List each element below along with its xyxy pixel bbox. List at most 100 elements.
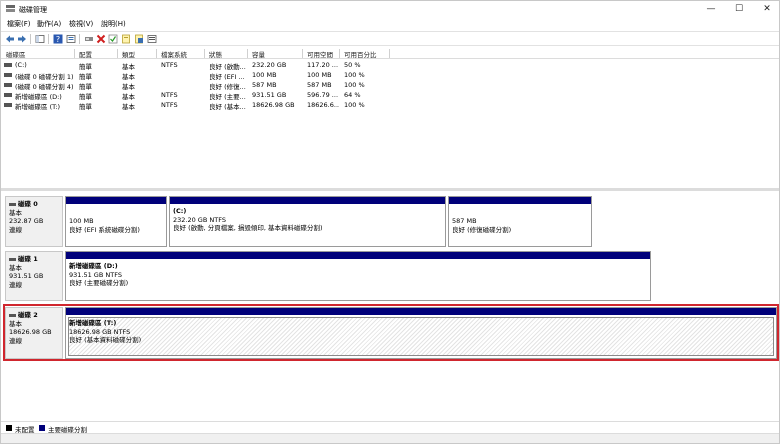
window-title: 磁碟管理 xyxy=(19,6,47,14)
forward-arrow-icon[interactable] xyxy=(17,34,27,44)
volume-file-system: NTFS xyxy=(161,91,178,99)
minimize-button[interactable]: — xyxy=(697,1,725,18)
partition-d[interactable]: 新增磁碟區 (D:) 931.51 GB NTFS 良好 (主要磁碟分割) xyxy=(65,251,651,301)
partition-status: 良好 (修復磁碟分割) xyxy=(452,225,512,234)
disk-icon xyxy=(9,202,16,206)
volume-file-system: NTFS xyxy=(161,61,178,69)
volume-layout: 簡單 xyxy=(79,103,92,111)
volume-free-space: 587 MB xyxy=(307,81,332,89)
partition-c[interactable]: (C:) 232.20 GB NTFS 良好 (啟動, 分頁檔案, 損毀傾印, … xyxy=(169,196,446,247)
disk-1-label[interactable]: 磁碟 1 基本 931.51 GB 連線 xyxy=(5,251,63,301)
volume-row[interactable]: (磁碟 0 磁碟分割 4) 簡單 基本 良好 (修復... 587 MB 587… xyxy=(1,80,779,91)
volume-capacity: 587 MB xyxy=(252,81,277,89)
rescan-icon[interactable] xyxy=(121,34,131,44)
column-header-file-system[interactable]: 檔案系統 xyxy=(161,49,187,59)
pane-splitter[interactable] xyxy=(1,188,779,191)
partition-efi[interactable]: 100 MB 良好 (EFI 系統磁碟分割) xyxy=(65,196,167,247)
menu-action[interactable]: 動作(A) xyxy=(37,19,61,29)
disk-icon xyxy=(9,257,16,261)
menu-file[interactable]: 檔案(F) xyxy=(7,19,31,29)
volume-icon xyxy=(4,73,12,77)
column-header-layout[interactable]: 配置 xyxy=(79,49,92,59)
disk-status: 連線 xyxy=(9,280,22,289)
volume-percent-free: 64 % xyxy=(344,91,361,99)
partition-recovery[interactable]: 587 MB 良好 (修復磁碟分割) xyxy=(448,196,592,247)
column-header-capacity[interactable]: 容量 xyxy=(252,49,265,59)
volume-status: 良好 (基本... xyxy=(209,103,246,111)
disk-name: 磁碟 0 xyxy=(18,200,38,208)
volume-capacity: 100 MB xyxy=(252,71,277,79)
selection-highlight xyxy=(3,304,779,361)
volume-capacity: 931.51 GB xyxy=(252,91,287,99)
partition-bar xyxy=(66,252,650,259)
volume-percent-free: 50 % xyxy=(344,61,361,69)
volume-row[interactable]: (C:) 簡單 基本 NTFS 良好 (啟動... 232.20 GB 117.… xyxy=(1,60,779,71)
legend: 未配置 主要磁碟分割 xyxy=(1,421,779,434)
status-bar xyxy=(1,433,779,443)
title-bar: 磁碟管理 — ☐ ✕ xyxy=(1,1,779,18)
disk-type: 基本 xyxy=(9,208,22,217)
disk-0-label[interactable]: 磁碟 0 基本 232.87 GB 連線 xyxy=(5,196,63,247)
column-header-type[interactable]: 類型 xyxy=(122,49,135,59)
menu-help[interactable]: 說明(H) xyxy=(101,19,126,29)
legend-swatch-primary xyxy=(39,425,45,431)
partition-bar xyxy=(66,197,166,204)
volume-row[interactable]: 新增磁碟區 (D:) 簡單 基本 NTFS 良好 (主要... 931.51 G… xyxy=(1,90,779,101)
volume-capacity: 18626.98 GB xyxy=(252,101,295,109)
column-header-percent-free[interactable]: 可用百分比 xyxy=(344,49,377,59)
help-icon[interactable]: ? xyxy=(53,34,63,44)
list-icon[interactable] xyxy=(147,34,157,44)
volume-file-system: NTFS xyxy=(161,101,178,109)
disk-size: 232.87 GB xyxy=(9,217,44,225)
partition-name: 新增磁碟區 (D:) xyxy=(69,262,118,270)
properties-icon[interactable] xyxy=(66,34,76,44)
partition-status: 良好 (主要磁碟分割) xyxy=(69,279,129,287)
disk-type: 基本 xyxy=(9,263,22,272)
volume-icon xyxy=(4,93,12,97)
close-button[interactable]: ✕ xyxy=(753,1,780,18)
partition-status: 良好 (啟動, 分頁檔案, 損毀傾印, 基本資料磁碟分割) xyxy=(173,224,323,232)
partition-bar xyxy=(170,197,445,204)
volume-percent-free: 100 % xyxy=(344,71,365,79)
volume-capacity: 232.20 GB xyxy=(252,61,287,69)
volume-percent-free: 100 % xyxy=(344,81,365,89)
volume-row[interactable]: (磁碟 0 磁碟分割 1) 簡單 基本 良好 (EFI ... 100 MB 1… xyxy=(1,70,779,81)
back-arrow-icon[interactable] xyxy=(5,34,15,44)
volume-name: 新增磁碟區 (T:) xyxy=(15,103,61,111)
volume-percent-free: 100 % xyxy=(344,101,365,109)
column-header-free-space[interactable]: 可用空間 xyxy=(307,49,333,59)
toolbar-separator xyxy=(48,34,49,44)
volume-list-header: 磁碟區 配置 類型 檔案系統 狀態 容量 可用空間 可用百分比 xyxy=(1,48,779,59)
menu-bar: 檔案(F) 動作(A) 檢視(V) 說明(H) xyxy=(1,18,779,31)
volume-free-space: 117.20 ... xyxy=(307,61,339,69)
volume-icon xyxy=(4,63,12,67)
check-icon[interactable] xyxy=(108,34,118,44)
export-icon[interactable] xyxy=(134,34,144,44)
volume-icon xyxy=(4,83,12,87)
toolbar-separator xyxy=(30,34,31,44)
disk-status: 連線 xyxy=(9,225,22,234)
partition-status: 良好 (EFI 系統磁碟分割) xyxy=(69,225,140,234)
disk-management-app-icon xyxy=(6,5,15,13)
volume-free-space: 18626.6... xyxy=(307,101,339,109)
svg-text:?: ? xyxy=(56,35,60,44)
disk-name: 磁碟 1 xyxy=(18,255,38,263)
volume-type: 基本 xyxy=(122,103,135,111)
console-tree-icon[interactable] xyxy=(35,34,45,44)
volume-free-space: 596.79 ... xyxy=(307,91,339,99)
partition-name: (C:) xyxy=(173,207,187,215)
volume-row[interactable]: 新增磁碟區 (T:) 簡單 基本 NTFS 良好 (基本... 18626.98… xyxy=(1,100,779,111)
connect-icon[interactable] xyxy=(84,34,94,44)
partition-bar xyxy=(449,197,591,204)
volume-name: (C:) xyxy=(15,61,27,69)
disk-size: 931.51 GB xyxy=(9,272,44,280)
toolbar: ? xyxy=(1,31,779,46)
menu-view[interactable]: 檢視(V) xyxy=(69,19,93,29)
column-header-volume[interactable]: 磁碟區 xyxy=(6,49,26,59)
column-header-status[interactable]: 狀態 xyxy=(209,49,222,59)
delete-icon[interactable] xyxy=(96,34,106,44)
partition-size: 232.20 GB NTFS xyxy=(173,215,226,224)
partition-size: 931.51 GB NTFS xyxy=(69,270,122,279)
volume-icon xyxy=(4,103,12,107)
maximize-button[interactable]: ☐ xyxy=(725,1,753,18)
